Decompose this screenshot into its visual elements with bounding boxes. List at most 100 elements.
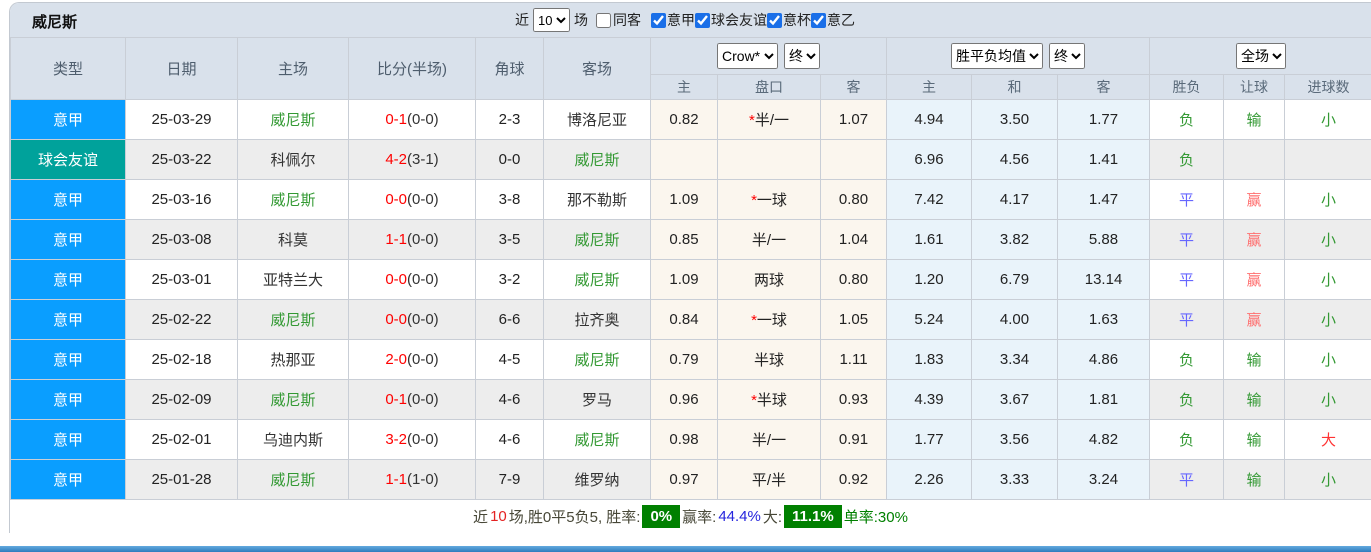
goals-cell: 小 [1284,179,1371,220]
league-label: 意甲 [667,12,695,28]
stats-table: 类型 日期 主场 比分(半场) 角球 客场 Crow* 终 胜平负均值 终 全场… [10,37,1371,500]
league-checkbox-serie-b[interactable] [811,12,826,28]
handicap-value: 半/一 [754,112,789,129]
fulltime-score: 0-0 [385,191,407,208]
fulltime-score: 0-0 [385,311,407,328]
table-row: 意甲 25-03-01 亚特兰大 0-0(0-0) 3-2 威尼斯 1.09 两… [10,259,1371,300]
top-bar: 威尼斯 近 10 场 同客 意甲 球会友谊 意杯 意乙 [10,3,1371,37]
avg-company-select[interactable]: 胜平负均值 [951,43,1044,69]
odds-away-cell: 0.80 [819,259,888,300]
table-row: 意甲 25-03-29 威尼斯 0-1(0-0) 2-3 博洛尼亚 0.82 *… [10,99,1371,140]
halftime-score: (0-0) [407,431,439,448]
handicap-result-cell: 输 [1223,99,1286,140]
result-cell: 平 [1149,299,1225,340]
date-cell: 25-03-22 [125,139,238,180]
table-row: 意甲 25-03-08 科莫 1-1(0-0) 3-5 威尼斯 0.85 半/一… [10,219,1371,260]
handicap-result-cell: 赢 [1223,299,1286,340]
avg-away-cell: 1.81 [1057,379,1151,420]
corners-cell: 0-0 [475,139,544,180]
column-header-odds-home: 主 [650,74,718,100]
type-cell: 意甲 [10,459,126,500]
handicap-value: 半/一 [751,432,787,449]
avg-time-select[interactable]: 终 [1049,43,1086,69]
league-checkbox-serie-a[interactable] [651,12,666,28]
odds-time-select[interactable]: 终 [784,43,821,69]
column-header-avg-draw: 和 [971,74,1059,100]
handicap-result-cell: 输 [1223,339,1286,380]
type-cell: 意甲 [10,339,126,380]
footer-recent-count: 10 [490,508,507,525]
date-cell: 25-03-29 [125,99,238,140]
halftime-score: (0-0) [407,351,439,368]
same-away-label: 同客 [613,12,641,28]
table-row: 意甲 25-03-16 威尼斯 0-0(0-0) 3-8 那不勒斯 1.09 *… [10,179,1371,220]
away-team-cell: 那不勒斯 [543,179,651,220]
recent-count-select[interactable]: 10 [533,8,570,32]
avg-home-cell: 1.61 [886,219,973,260]
avg-home-cell: 2.26 [886,459,973,500]
home-team-cell: 热那亚 [237,339,349,380]
league-label: 意乙 [827,12,855,28]
handicap-cell: *半球 [717,379,821,420]
home-team-cell: 科莫 [237,219,349,260]
goals-cell: 小 [1284,299,1371,340]
odds-company-select[interactable]: Crow* [717,43,779,69]
single-rate-text: 单率:30% [843,509,908,526]
avg-away-cell: 3.24 [1057,459,1151,500]
same-away-checkbox[interactable] [596,12,611,28]
table-row: 意甲 25-01-28 威尼斯 1-1(1-0) 7-9 维罗纳 0.97 平/… [10,459,1371,500]
avg-home-cell: 4.39 [886,379,973,420]
date-cell: 25-03-08 [125,219,238,260]
corners-cell: 4-6 [475,379,544,420]
league-label: 球会友谊 [711,12,767,28]
score-cell: 1-1(0-0) [348,219,476,260]
matches-label: 场 [574,12,588,28]
avg-draw-cell: 6.79 [971,259,1059,300]
corners-cell: 3-8 [475,179,544,220]
avg-home-cell: 1.83 [886,339,973,380]
odds-away-cell: 0.92 [819,459,888,500]
league-checkbox-club-friendly[interactable] [695,12,710,28]
handicap-cell: 半球 [717,339,821,380]
odds-home-cell: 0.84 [650,299,718,340]
odds-away-cell: 0.80 [819,179,888,220]
home-team-cell: 威尼斯 [237,299,349,340]
halftime-score: (3-1) [407,151,439,168]
handicap-value: 一球 [756,192,787,209]
league-filter: 意杯 [767,10,811,30]
goals-cell: 小 [1284,379,1371,420]
date-cell: 25-03-01 [125,259,238,300]
away-team-cell: 博洛尼亚 [543,99,651,140]
avg-home-cell: 6.96 [886,139,973,180]
home-team-cell: 乌迪内斯 [237,419,349,460]
table-row: 意甲 25-02-22 威尼斯 0-0(0-0) 6-6 拉齐奥 0.84 *一… [10,299,1371,340]
date-cell: 25-02-18 [125,339,238,380]
corners-cell: 4-5 [475,339,544,380]
footer-big-label: 大: [762,509,783,526]
handicap-result-cell [1223,139,1286,180]
home-team-cell: 威尼斯 [237,459,349,500]
score-cell: 0-0(0-0) [348,179,476,220]
away-team-cell: 威尼斯 [543,219,651,260]
handicap-cell: 两球 [717,259,821,300]
odds-home-cell: 0.96 [650,379,718,420]
scope-select[interactable]: 全场 [1236,43,1287,69]
type-cell: 球会友谊 [10,139,126,180]
column-header-date: 日期 [125,37,238,100]
corners-cell: 4-6 [475,419,544,460]
avg-away-cell: 1.41 [1057,139,1151,180]
odds-group-header: Crow* 终 [649,37,888,75]
table-header: 类型 日期 主场 比分(半场) 角球 客场 Crow* 终 胜平负均值 终 全场… [10,37,1371,100]
handicap-win-rate-value: 44.4% [718,508,761,525]
league-checkbox-coppa-italia[interactable] [767,12,782,28]
handicap-result-cell: 输 [1223,419,1286,460]
goals-cell: 小 [1284,259,1371,300]
goals-cell: 小 [1284,339,1371,380]
fulltime-score: 1-1 [385,471,407,488]
halftime-score: (0-0) [407,111,439,128]
avg-draw-cell: 4.17 [971,179,1059,220]
halftime-score: (0-0) [407,231,439,248]
avg-group-header: 胜平负均值 终 [886,37,1151,75]
handicap-value: 平/半 [751,472,787,489]
handicap-result-cell: 输 [1223,459,1286,500]
